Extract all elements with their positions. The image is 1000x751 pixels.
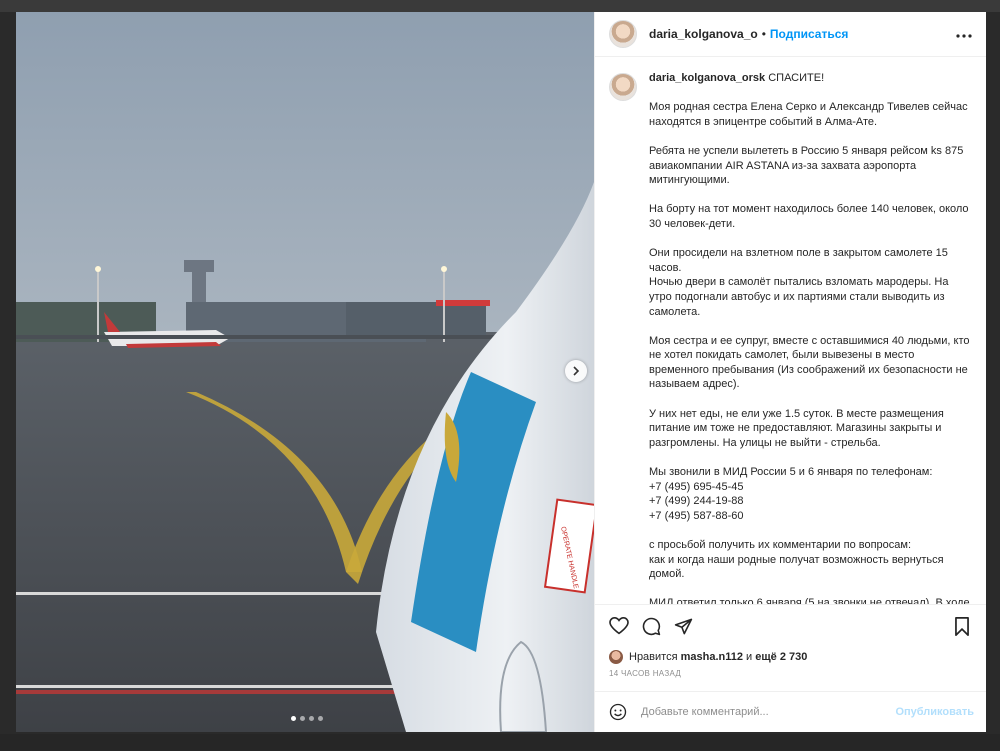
- likes-conjunction: и: [746, 651, 753, 663]
- header-separator: •: [761, 27, 766, 41]
- likes-count[interactable]: ещё 2 730: [755, 651, 807, 663]
- more-options-icon[interactable]: [956, 25, 972, 43]
- comment-input[interactable]: [639, 705, 896, 719]
- caption-phone: +7 (495) 587-88-60: [649, 509, 744, 522]
- caption-line: Ночью двери в самолёт пытались взломать …: [649, 276, 949, 318]
- caption-phone: +7 (499) 244-19-88: [649, 495, 744, 508]
- likes-summary: Нравится masha.n112 и ещё 2 730: [595, 647, 986, 667]
- carousel-dot: [309, 716, 314, 721]
- caption-text: daria_kolganova_orsk СПАСИТЕ! Моя родная…: [649, 71, 972, 604]
- airport-photo: OPERATE HANDLE: [16, 12, 594, 732]
- post-photo[interactable]: OPERATE HANDLE: [16, 12, 594, 732]
- likes-prefix: Нравится: [629, 651, 678, 663]
- next-photo-button[interactable]: [565, 360, 587, 382]
- caption-line: как и когда наши родные получат возможно…: [649, 553, 944, 581]
- carousel-dot: [300, 716, 305, 721]
- post-caption: daria_kolganova_orsk СПАСИТЕ! Моя родная…: [595, 57, 986, 605]
- follow-button[interactable]: Подписаться: [770, 27, 848, 41]
- post-timestamp[interactable]: 14 ЧАСОВ НАЗАД: [595, 667, 986, 691]
- post-sidebar: daria_kolganova_o • Подписаться daria_ko…: [594, 12, 986, 732]
- caption-line: с просьбой получить их комментарии по во…: [649, 539, 912, 551]
- post-modal: OPERATE HANDLE daria_kolganova_o • Подпи…: [16, 12, 986, 732]
- caption-line: Моя сестра и ее супруг, вместе с оставши…: [649, 334, 970, 391]
- caption-line: На борту на тот момент находилось более …: [649, 203, 969, 230]
- comment-bar: Опубликовать: [595, 691, 986, 732]
- caption-line: Мы звонили в МИД России 5 и 6 января по …: [649, 466, 933, 479]
- caption-line: СПАСИТЕ!: [768, 72, 825, 84]
- page-backdrop-top: [0, 0, 1000, 12]
- caption-username[interactable]: daria_kolganova_orsk: [649, 72, 765, 84]
- caption-line: МИД ответил только 6 января (5 на звонки…: [649, 597, 970, 605]
- author-avatar[interactable]: [609, 20, 637, 48]
- carousel-dots: [291, 716, 323, 721]
- caption-line: У них нет еды, не ели уже 1.5 суток. В м…: [649, 407, 944, 449]
- page-backdrop-bottom: [0, 734, 1000, 751]
- author-username[interactable]: daria_kolganova_o: [649, 27, 758, 41]
- smiley-icon[interactable]: [607, 701, 629, 723]
- liker-avatar[interactable]: [609, 650, 623, 664]
- caption-phone: +7 (495) 695-45-45: [649, 480, 744, 493]
- comment-icon[interactable]: [639, 614, 663, 638]
- caption-line: Моя родная сестра Елена Серко и Александ…: [649, 101, 968, 128]
- bookmark-icon[interactable]: [950, 614, 974, 638]
- caption-author-avatar[interactable]: [609, 73, 637, 101]
- chevron-right-icon: [573, 366, 580, 376]
- caption-line: Они просидели на взлетном поле в закрыто…: [649, 247, 948, 274]
- share-icon[interactable]: [671, 614, 695, 638]
- heart-icon[interactable]: [607, 614, 631, 638]
- liker-username[interactable]: masha.n112: [681, 651, 743, 663]
- carousel-dot: [318, 716, 323, 721]
- caption-line: Ребята не успели вылететь в Россию 5 янв…: [649, 144, 964, 187]
- post-actions: [595, 605, 986, 647]
- post-header: daria_kolganova_o • Подписаться: [595, 12, 986, 57]
- carousel-dot-active: [291, 716, 296, 721]
- publish-button[interactable]: Опубликовать: [895, 706, 974, 718]
